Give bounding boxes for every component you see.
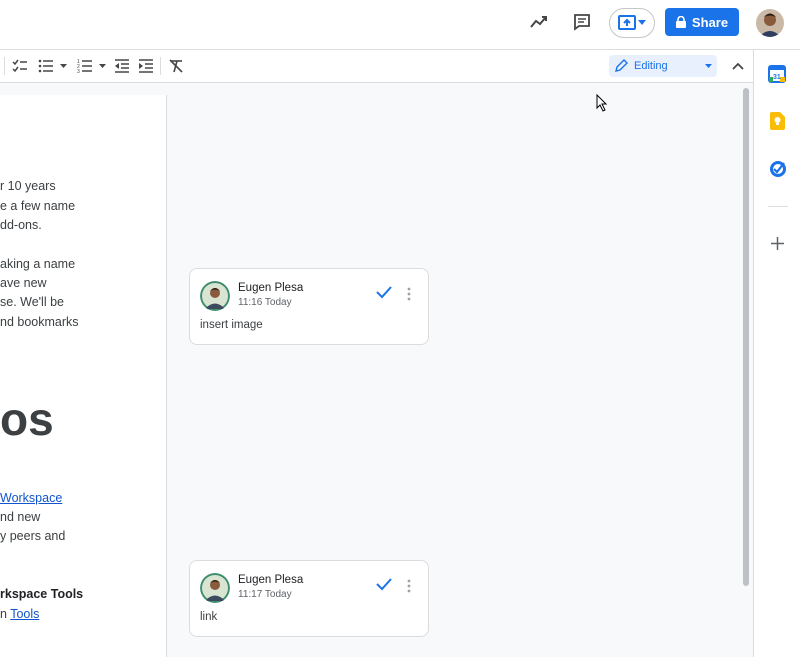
keep-icon[interactable] [769,112,785,135]
comment-card[interactable]: Eugen Plesa 11:16 Today insert image [189,268,429,345]
avatar [200,281,230,311]
comment-text: link [200,611,218,623]
comment-history-icon[interactable] [567,7,597,37]
doc-bold-line: rkspace Tools [0,587,84,601]
doc-text-line: ave new [0,276,47,290]
more-options-icon[interactable] [407,579,411,598]
doc-text-line: nd new [0,510,41,524]
pencil-icon [615,59,628,72]
clear-formatting-icon[interactable] [168,57,184,75]
panel-divider [768,206,788,207]
doc-text-line: y peers and [0,529,66,543]
toolbar-divider [160,57,161,75]
doc-text-line: r 10 years [0,179,56,193]
checklist-icon[interactable] [12,57,28,75]
comment-time: 11:17 Today [238,589,292,600]
avatar [200,573,230,603]
comment-author: Eugen Plesa [238,282,304,294]
top-bar: Share [0,0,800,50]
calendar-icon[interactable]: 31 [768,65,786,88]
increase-indent-icon[interactable] [138,57,154,75]
toolbar-divider [4,57,5,75]
activity-dashboard-icon[interactable] [524,7,554,37]
doc-text-line: nd bookmarks [0,315,79,329]
lock-icon [675,16,686,28]
numbered-list-icon[interactable]: 123 [77,57,106,75]
more-options-icon[interactable] [407,287,411,306]
comment-time: 11:16 Today [238,297,292,308]
comment-text: insert image [200,319,263,331]
collapse-menus-icon[interactable] [731,57,745,75]
side-panel: 31 [753,50,800,657]
bulleted-list-icon[interactable] [38,57,67,75]
document-page[interactable]: r 10 years e a few name dd-ons. aking a … [0,95,167,657]
chevron-down-icon [638,20,646,25]
doc-text-line: n Tools [0,607,39,621]
chevron-down-icon [705,64,712,68]
doc-text-line: se. We'll be [0,295,64,309]
get-add-ons-plus-icon[interactable] [771,237,784,255]
comment-author: Eugen Plesa [238,574,304,586]
comment-card[interactable]: Eugen Plesa 11:17 Today link [189,560,429,637]
editing-mode-label: Editing [634,60,668,72]
mouse-cursor-icon [596,93,608,117]
doc-heading: os [0,393,54,445]
decrease-indent-icon[interactable] [114,57,130,75]
svg-text:3: 3 [77,69,80,74]
doc-text-line: aking a name [0,257,76,271]
resolve-check-icon[interactable] [376,285,392,304]
svg-text:31: 31 [773,74,781,81]
doc-text-prefix: n [0,607,11,621]
doc-text-line: e a few name [0,199,76,213]
scrollbar-thumb[interactable] [743,88,749,586]
resolve-check-icon[interactable] [376,577,392,596]
present-icon [618,15,636,30]
doc-text-line: dd-ons. [0,218,42,232]
share-label: Share [691,14,729,30]
account-avatar[interactable] [756,9,784,37]
present-to-meeting-button[interactable] [609,8,655,38]
share-button[interactable]: Share [665,8,739,36]
editing-mode-dropdown[interactable]: Editing [609,55,717,77]
doc-link-tools[interactable]: Tools [10,607,39,621]
doc-link-workspace[interactable]: Workspace [0,491,62,505]
tasks-icon[interactable] [769,160,787,183]
